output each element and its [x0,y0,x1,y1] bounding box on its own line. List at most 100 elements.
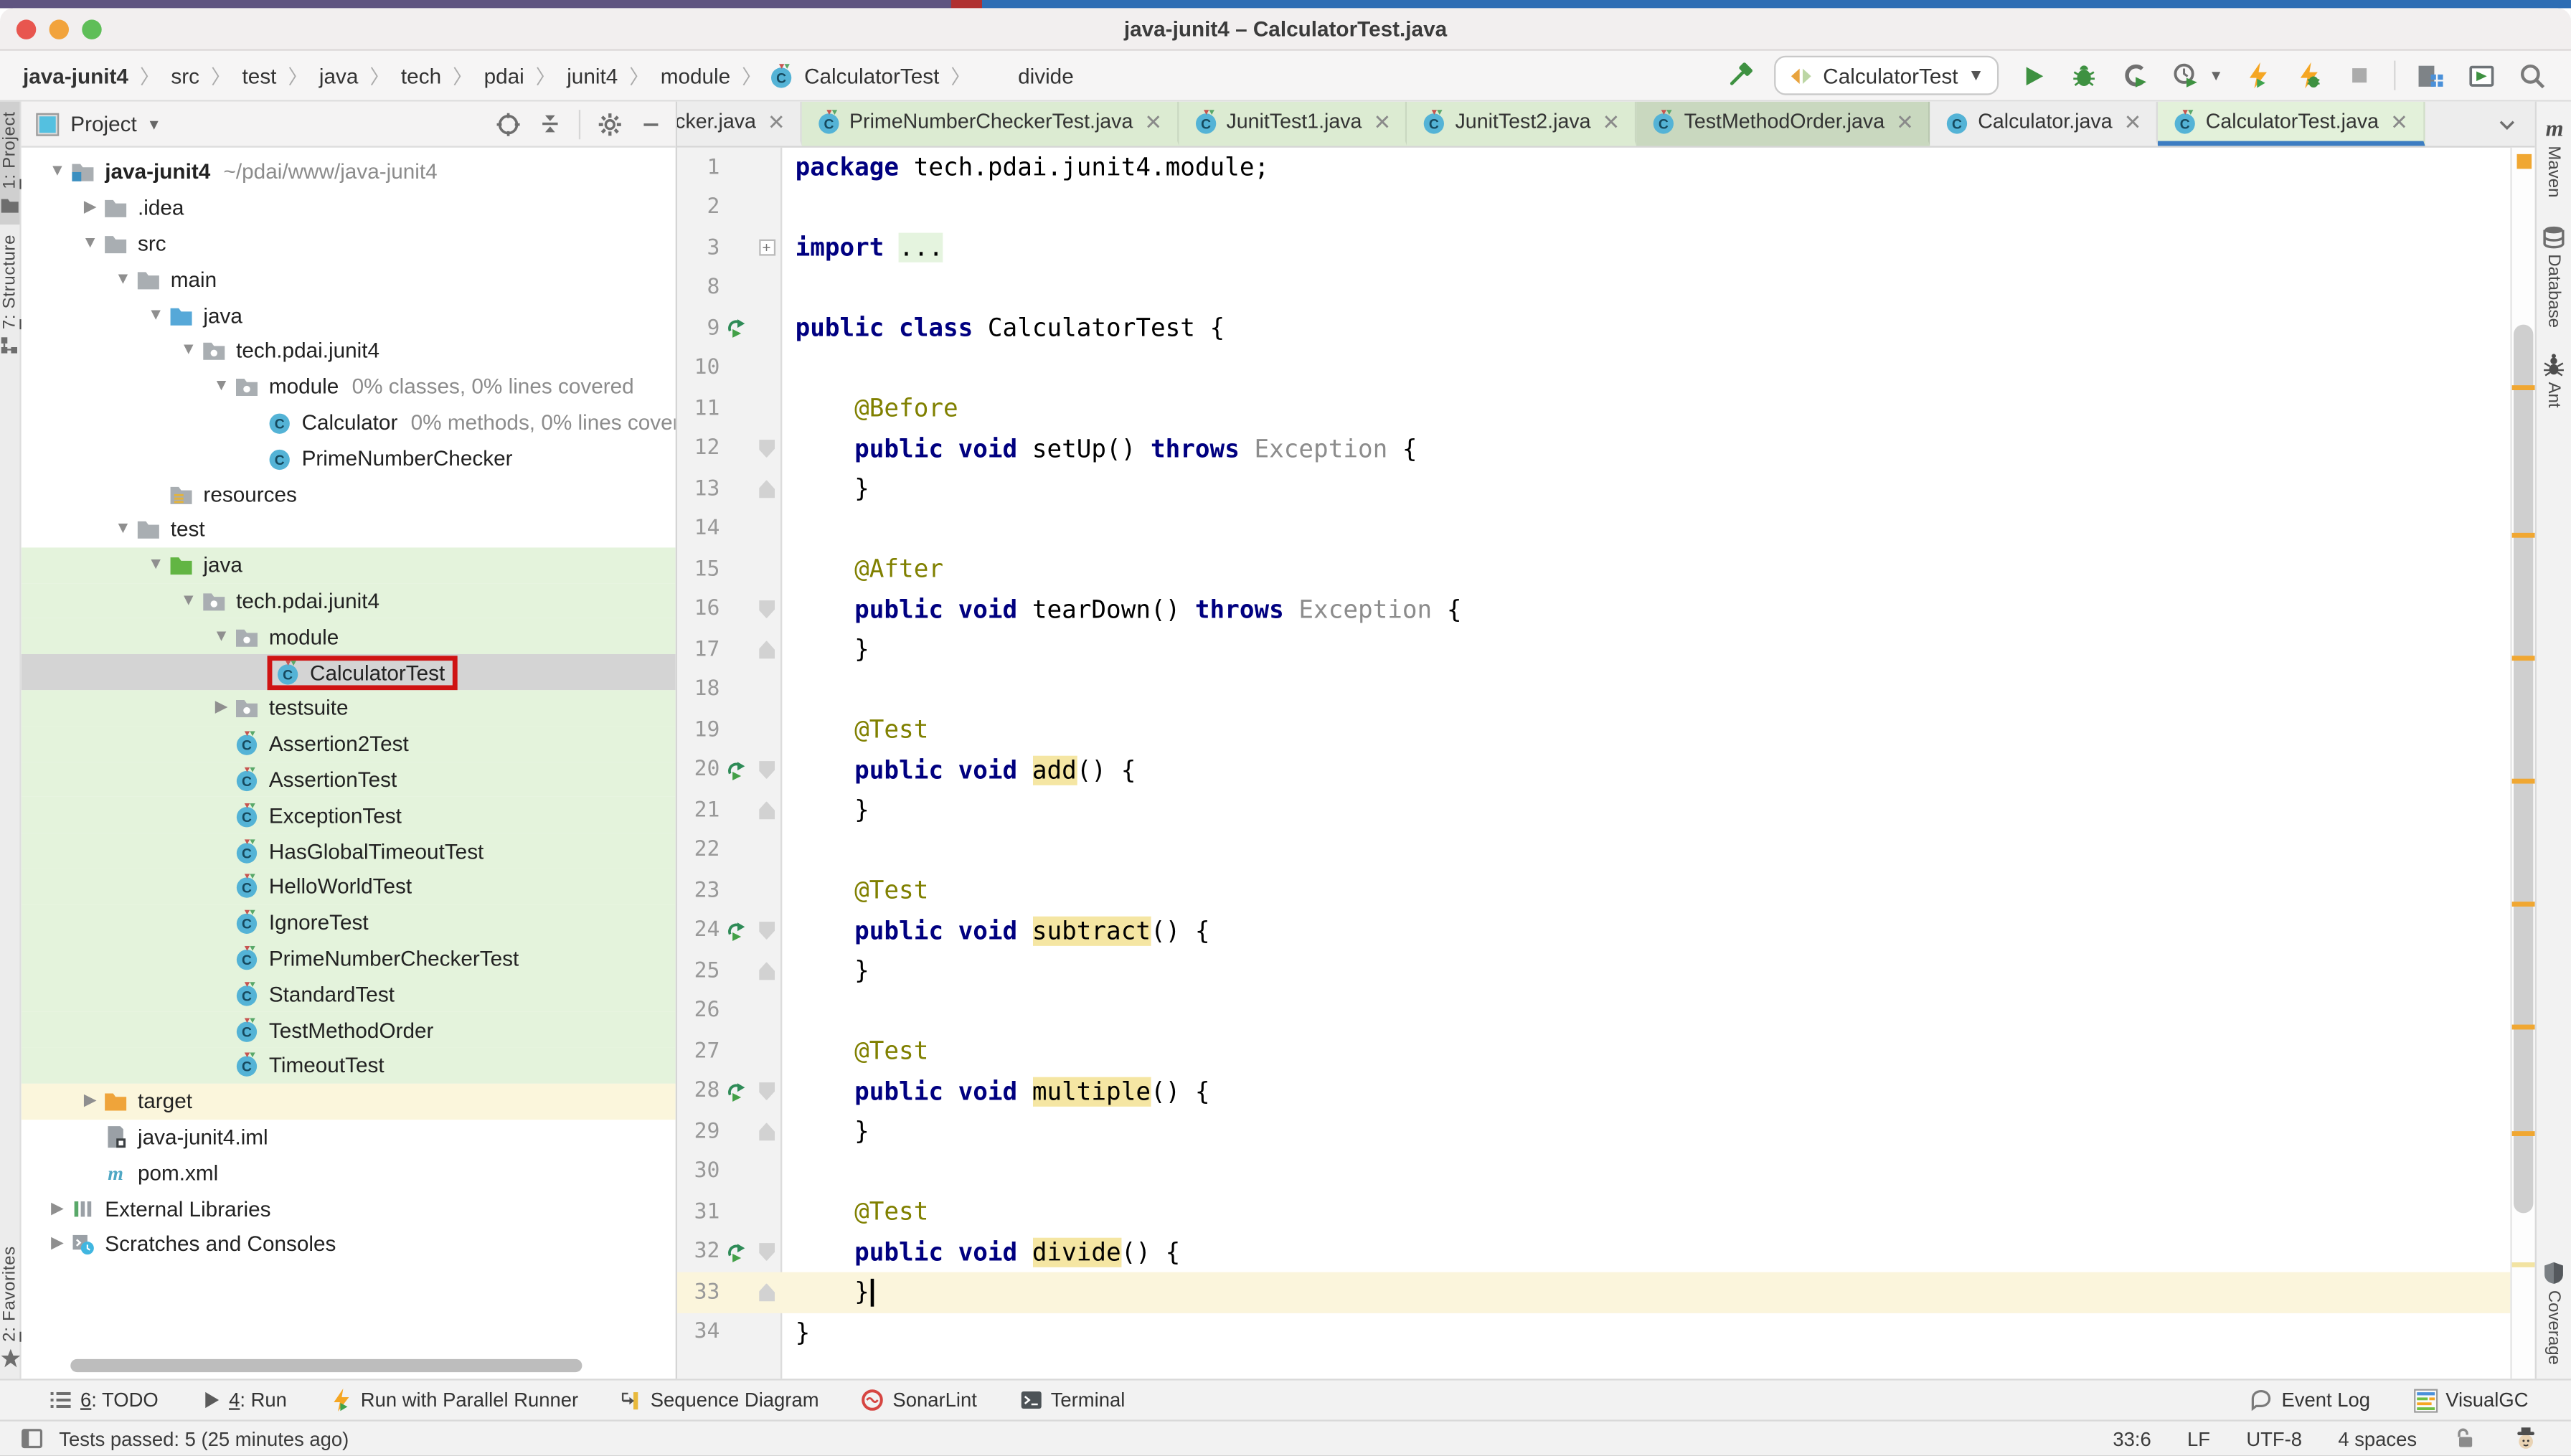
code-line-33[interactable]: 33 } [676,1272,2511,1313]
breadcrumb-item-pdai[interactable]: pdai [481,63,527,88]
breadcrumb-item-calculatortest[interactable]: C CalculatorTest [770,62,943,88]
bottom-tab-run[interactable]: 4: Run [201,1389,287,1412]
editor-scrollbar[interactable] [2510,147,2535,1379]
code-line-3[interactable]: 3 + import ... [677,228,2510,268]
code-line-2[interactable]: 2 [677,188,2510,228]
bottom-tab-run-with-parallel-runner[interactable]: Run with Parallel Runner [329,1388,578,1412]
tree-item-primenumbercheckertest[interactable]: C PrimeNumberCheckerTest [21,940,676,976]
fold-expand-icon[interactable]: + [758,240,775,257]
chevron-down-icon[interactable]: ▼ [146,115,161,132]
breadcrumb-item-test[interactable]: test [239,63,280,88]
breadcrumb-item-divide[interactable]: divide [1015,63,1077,88]
tree-expand-arrow[interactable]: ▼ [176,341,202,359]
usage-highlight-mark[interactable] [2511,778,2535,784]
toolwindow-button-structure[interactable]: 7: Structure [0,225,19,366]
code-lines[interactable]: 1 package tech.pdai.junit4.module; 2 3 + impo… [676,148,2511,1379]
tree-expand-arrow[interactable]: ▼ [176,592,202,610]
run-configuration-select[interactable]: CalculatorTest ▼ [1773,55,1999,95]
usage-highlight-mark[interactable] [2511,385,2535,390]
tree-expand-arrow[interactable]: ▼ [110,520,136,538]
tree-expand-arrow[interactable]: ▶ [77,1092,103,1110]
lock-icon[interactable] [2453,1427,2477,1451]
bottom-tab-sonarlint[interactable]: SonarLint [862,1389,977,1412]
tree-item-calculator[interactable]: C Calculator 0% methods, 0% lines covered [22,405,676,440]
line-ending-indicator[interactable]: LF [2187,1427,2210,1450]
usage-highlight-mark[interactable] [2511,532,2535,538]
fold-marker-icon[interactable] [758,1283,775,1302]
tree-expand-arrow[interactable]: ▼ [208,628,235,646]
tree-item-assertiontest[interactable]: C AssertionTest [21,761,676,798]
tree-item-external-libraries[interactable]: ▶ External Libraries [22,1191,676,1226]
code-line-14[interactable]: 14 [677,509,2510,549]
project-panel-title[interactable]: Project [70,111,136,136]
code-line-34[interactable]: 34} [677,1313,2510,1353]
code-line-16[interactable]: 16 public void tearDown() throws Excepti… [677,590,2510,630]
code-line-31[interactable]: 31 @Test [677,1192,2510,1232]
tree-item-resources[interactable]: resources [22,476,676,511]
close-tab-icon[interactable]: ✕ [1144,110,1162,132]
run-test-gutter-icon[interactable] [725,921,745,941]
run-button[interactable] [2017,59,2050,92]
tree-item-exceptiontest[interactable]: C ExceptionTest [21,797,676,833]
fold-marker-icon[interactable] [758,480,775,498]
project-tree-horizontal-scrollbar[interactable] [70,1358,582,1373]
run-anything-icon[interactable] [2464,59,2497,92]
tree-item--idea[interactable]: ▶ .idea [22,190,676,226]
tree-item-tech-pdai-junit4[interactable]: ▼ tech.pdai.junit4 [22,333,676,369]
fold-marker-icon[interactable] [758,1122,775,1141]
tree-item-tech-pdai-junit4[interactable]: ▼ tech.pdai.junit4 [21,582,676,619]
bottom-tab-event-log[interactable]: Event Log [2250,1389,2370,1412]
profiler-chevron-icon[interactable]: ▼ [2209,67,2223,84]
tree-expand-arrow[interactable]: ▶ [44,1235,71,1253]
toolwindow-button-maven[interactable]: m Maven [2541,102,2567,211]
tree-item-src[interactable]: ▼ src [22,225,676,261]
tree-item-main[interactable]: ▼ main [22,261,676,297]
close-tab-icon[interactable]: ✕ [768,110,786,132]
fold-marker-icon[interactable] [758,440,775,458]
code-line-21[interactable]: 21 } [677,790,2510,831]
bottom-tab-visualgc[interactable]: VisualGC [2412,1388,2529,1412]
caret-line-mark[interactable] [2511,1262,2535,1267]
code-line-11[interactable]: 11 @Before [677,389,2510,429]
tree-expand-arrow[interactable]: ▶ [77,199,103,217]
bottom-tab-sequence-diagram[interactable]: Sequence Diagram [621,1389,819,1412]
tree-item-java-junit4-iml[interactable]: java-junit4.iml [22,1119,676,1155]
code-line-24[interactable]: 24 public void subtract() { [677,911,2510,951]
tree-expand-arrow[interactable]: ▼ [110,270,136,288]
run-parallel-button[interactable] [2242,59,2275,92]
toolwindow-toggle-icon[interactable] [19,1427,44,1451]
fold-marker-icon[interactable] [758,600,775,619]
collapse-all-icon[interactable] [538,111,562,136]
tree-item-primenumberchecker[interactable]: C PrimeNumberChecker [22,440,676,476]
fold-marker-icon[interactable] [758,761,775,780]
code-line-9[interactable]: 9 public class CalculatorTest { [677,308,2510,349]
scrollbar-thumb[interactable] [2513,324,2534,1214]
tree-item-hasglobaltimeouttest[interactable]: C HasGlobalTimeoutTest [21,833,676,869]
tree-expand-arrow[interactable]: ▼ [77,235,103,252]
usage-highlight-mark[interactable] [2511,1131,2535,1136]
breadcrumb-item-java-junit4[interactable]: java-junit4 [19,63,131,88]
editor-tab-junittest2-java[interactable]: C JunitTest2.java ✕ [1407,101,1637,146]
code-line-13[interactable]: 13 } [677,469,2510,509]
caret-position[interactable]: 33:6 [2113,1427,2151,1450]
toolwindow-button-favorites[interactable]: 2: Favorites [0,1235,21,1379]
breadcrumb-item-module[interactable]: module [657,63,734,88]
tree-expand-arrow[interactable]: ▼ [44,163,71,181]
editor-tab-hecker-java[interactable]: hecker.java ✕ [676,101,802,146]
tree-item-test[interactable]: ▼ test [22,511,676,547]
code-line-1[interactable]: 1 package tech.pdai.junit4.module; [677,148,2510,188]
tree-item-standardtest[interactable]: C StandardTest [21,975,676,1012]
encoding-indicator[interactable]: UTF-8 [2246,1427,2302,1450]
code-line-12[interactable]: 12 public void setUp() throws Exception … [677,429,2510,469]
code-line-19[interactable]: 19 @Test [677,710,2510,750]
run-test-gutter-icon[interactable] [725,1082,745,1102]
toolwindow-button-project[interactable]: 1: Project [0,101,20,225]
editor-tab-testmethodorder-java[interactable]: C TestMethodOrder.java ✕ [1636,101,1930,146]
tree-expand-arrow[interactable]: ▼ [143,306,169,323]
breadcrumb-item-tech[interactable]: tech [397,63,444,88]
search-everywhere-icon[interactable] [2515,59,2548,92]
usage-highlight-mark[interactable] [2511,1024,2535,1030]
usage-highlight-mark[interactable] [2511,902,2535,907]
run-test-gutter-icon[interactable] [725,318,745,339]
close-tab-icon[interactable]: ✕ [1603,110,1621,132]
